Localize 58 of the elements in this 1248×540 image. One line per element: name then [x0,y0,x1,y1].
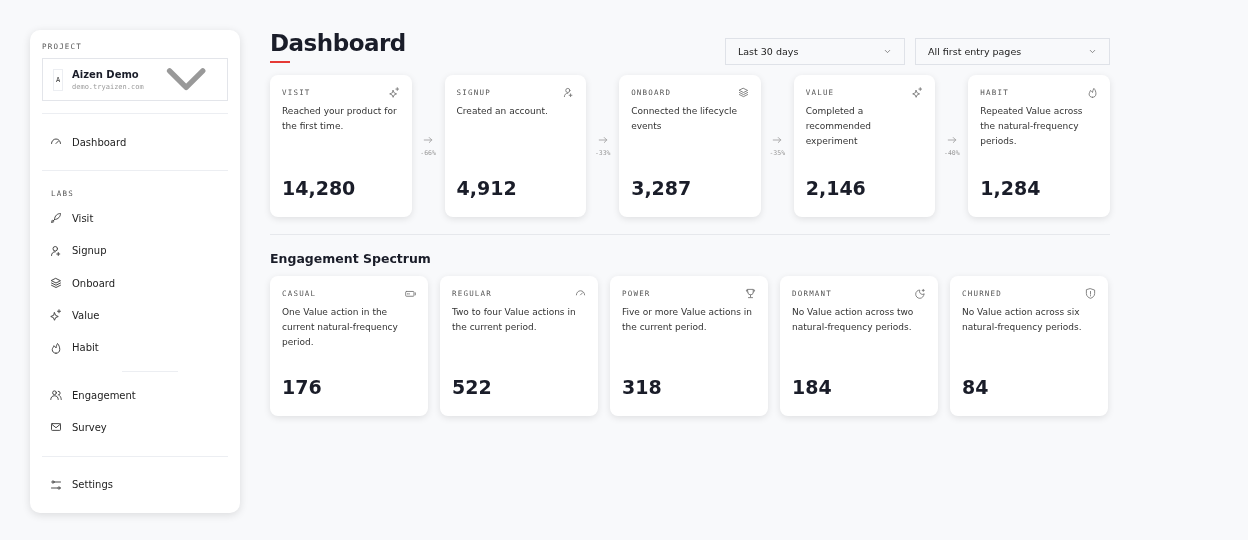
user-plus-icon [50,244,62,257]
card-description: Reached your product for the first time. [282,105,398,133]
nav-item[interactable]: Dashboard [42,126,228,159]
nav-item[interactable]: Onboard [42,267,228,300]
sparkles-icon [912,87,924,98]
title-underline [270,61,290,63]
card-description: Completed a recommended experiment [805,105,872,148]
project-name: Aizen Demo [72,68,140,80]
users-icon [50,389,62,402]
shield-alert-icon [1085,288,1096,299]
card-description: Five or more Value actions in the current period. [622,306,754,334]
metric-value: 3,287 [631,177,693,199]
card-description: No Value action across six natural-frequency periods. [962,306,1083,334]
metric-value: 522 [452,376,493,398]
nav-item[interactable]: Value [42,299,228,332]
card-description: One Value action in the current natural-frequency period. [282,306,399,349]
nav-item[interactable]: Settings [42,468,228,501]
nav-item[interactable]: Signup [42,234,228,267]
filter-dropdown[interactable]: All first entry pages [915,38,1110,65]
card-description: Two to four Value actions in the current period. [452,306,577,334]
arrow-right-icon [423,135,434,145]
flame-icon [50,341,62,354]
arrow-right-icon [597,135,608,145]
layers-icon [737,87,749,98]
card-description: Repeated Value across the natural-frequency periods. [980,105,1084,148]
metric-value: 1,284 [980,177,1042,199]
moon-icon [915,288,926,299]
mail-icon [50,421,62,434]
card-description: Connected the lifecycle events [631,105,739,133]
sliders-icon [50,478,62,491]
section-title: Engagement Spectrum [270,251,432,266]
arrow-right-icon [946,135,957,145]
metric-value: 14,280 [282,177,357,199]
battery-icon [405,288,416,299]
chevron-down-icon [883,47,892,56]
metric-value: 84 [962,376,990,398]
layers-icon [50,277,62,290]
arrow-right-icon [772,135,783,145]
metric-value: 184 [792,376,833,398]
user-plus-icon [563,87,575,98]
metric-value: 4,912 [456,177,518,199]
metric-value: 318 [622,376,663,398]
card-description: Created an account. [456,105,549,118]
chevron-down-icon [1088,47,1097,56]
nav-item[interactable]: Survey [42,411,228,444]
metric-value: 176 [282,376,323,398]
trophy-icon [745,288,756,299]
page-title: Dashboard [270,30,406,56]
nav-item[interactable]: Visit [42,202,228,235]
nav-item[interactable]: Habit [42,331,228,364]
flame-icon [1087,87,1098,98]
sparkles-icon [50,309,62,322]
nav-item[interactable]: Engagement [42,378,228,412]
filter-dropdown[interactable]: Last 30 days [725,38,905,65]
metric-value: 2,146 [805,177,867,199]
card-description: No Value action across two natural-frequency periods. [792,306,915,334]
sparkles-icon [388,87,400,98]
gauge-icon [575,288,586,299]
